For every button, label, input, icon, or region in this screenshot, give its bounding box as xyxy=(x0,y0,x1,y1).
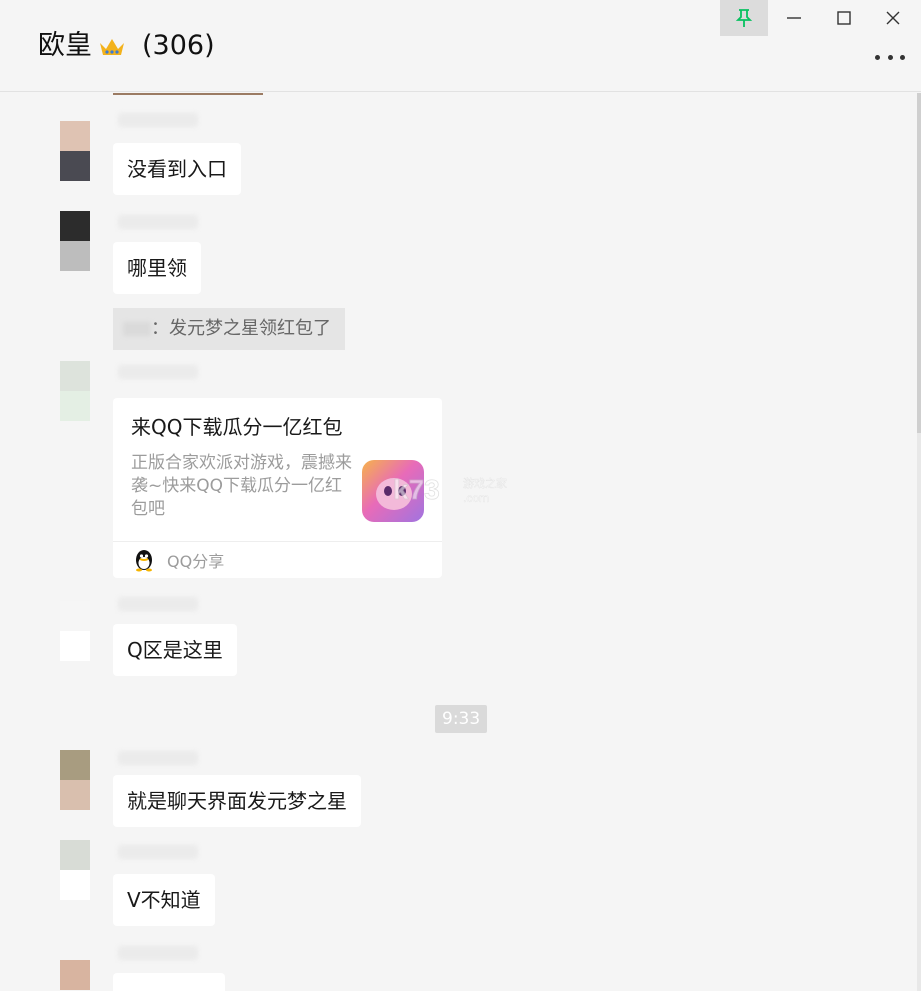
minimize-button[interactable] xyxy=(770,0,818,36)
avatar[interactable] xyxy=(60,121,90,181)
qq-penguin-icon xyxy=(136,550,152,572)
avatar[interactable] xyxy=(60,361,90,421)
card-description: 正版合家欢派对游戏，震撼来袭~快来QQ下载瓜分一亿红包吧 xyxy=(131,453,352,519)
crown-icon xyxy=(100,39,124,55)
group-name: 欧皇 xyxy=(38,30,92,61)
sender-name xyxy=(118,215,198,229)
message-bubble[interactable]: V不知道 xyxy=(113,874,215,926)
card-source: QQ分享 xyxy=(167,552,225,571)
sender-name xyxy=(118,845,198,859)
sender-name xyxy=(118,365,198,379)
title-bar: 欧皇 (306) xyxy=(0,0,921,92)
avatar[interactable] xyxy=(60,840,90,900)
scrollbar[interactable] xyxy=(917,93,921,991)
message-bubble[interactable]: 没看到入口 xyxy=(113,143,241,195)
maximize-icon xyxy=(837,11,851,25)
share-card[interactable]: 来QQ下载瓜分一亿红包 正版合家欢派对游戏，震撼来袭~快来QQ下载瓜分一亿红包吧… xyxy=(113,398,442,578)
card-title: 来QQ下载瓜分一亿红包 xyxy=(131,415,343,439)
card-footer: QQ分享 xyxy=(133,548,224,572)
message-list[interactable]: 没看到入口 哪里领 ：发元梦之星领红包了 来QQ下载瓜分一亿红包 正版合家欢派对… xyxy=(0,93,921,991)
divider xyxy=(113,541,442,542)
sender-name xyxy=(118,946,198,960)
chat-title: 欧皇 (306) xyxy=(38,28,215,64)
member-count: (306) xyxy=(142,30,215,61)
close-icon xyxy=(886,11,900,25)
avatar[interactable] xyxy=(60,601,90,661)
sender-name xyxy=(123,322,151,336)
system-notice-text: ：发元梦之星领红包了 xyxy=(151,318,331,339)
svg-text:游戏之家: 游戏之家 xyxy=(463,476,507,490)
system-notice: ：发元梦之星领红包了 xyxy=(113,308,345,350)
avatar[interactable] xyxy=(60,750,90,810)
message-bubble[interactable]: 就是聊天界面发元梦之星 xyxy=(113,775,361,827)
previous-message-edge xyxy=(113,93,263,95)
message-bubble[interactable]: Q区是这里 xyxy=(113,624,237,676)
more-icon[interactable] xyxy=(875,50,905,64)
svg-text:.com: .com xyxy=(463,491,489,505)
avatar[interactable] xyxy=(60,960,90,991)
sender-name xyxy=(118,597,198,611)
game-thumbnail xyxy=(362,460,424,522)
time-divider: 9:33 xyxy=(435,705,488,733)
pin-icon xyxy=(735,9,753,27)
sender-name xyxy=(118,751,198,765)
maximize-button[interactable] xyxy=(820,0,868,36)
pin-button[interactable] xyxy=(720,0,768,36)
avatar[interactable] xyxy=(60,211,90,271)
sender-name xyxy=(118,113,198,127)
message-bubble[interactable] xyxy=(113,973,225,991)
close-button[interactable] xyxy=(869,0,917,36)
message-bubble[interactable]: 哪里领 xyxy=(113,242,201,294)
minimize-icon xyxy=(787,17,801,19)
scrollbar-thumb[interactable] xyxy=(917,93,921,433)
